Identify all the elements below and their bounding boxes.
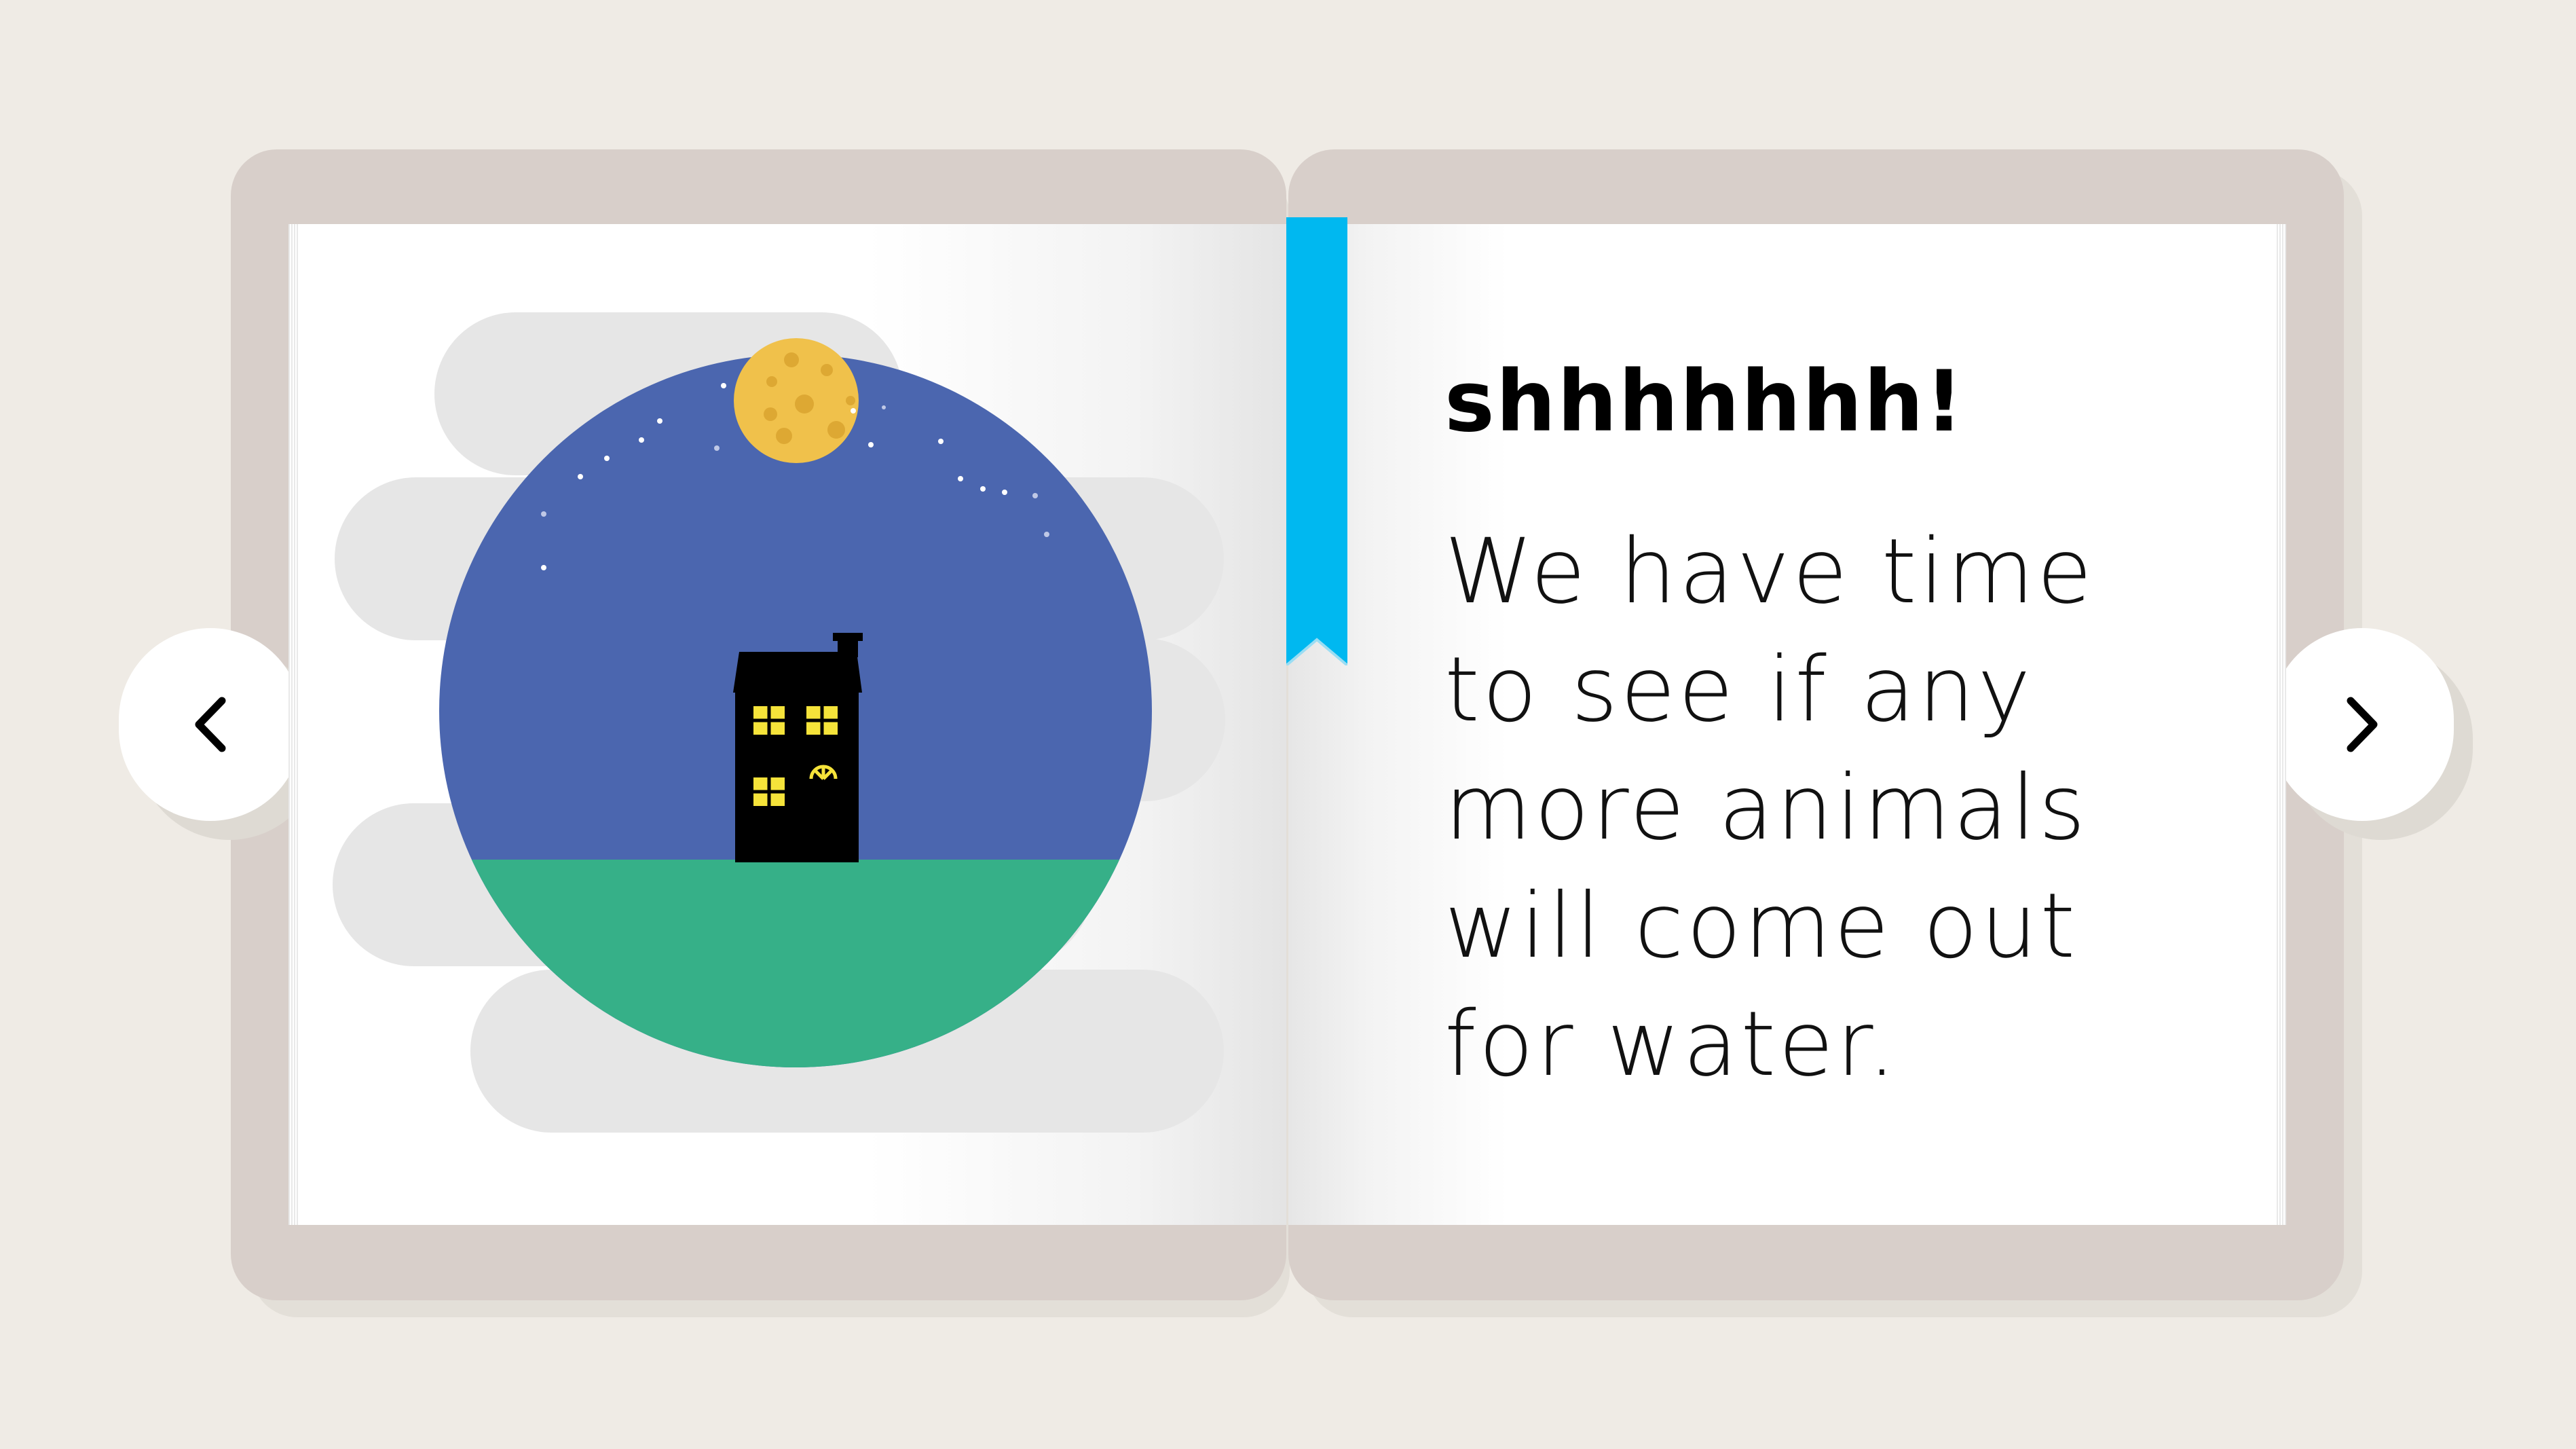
- chevron-right-icon: [2347, 697, 2378, 752]
- title-text: shhhhhhh!: [1444, 353, 1965, 451]
- grass-ground: [439, 860, 1152, 1067]
- story-line: We have time: [1444, 519, 2095, 624]
- story-line: more animals: [1444, 756, 2089, 860]
- bookmark-ribbon-icon[interactable]: [1286, 217, 1347, 665]
- book-reader: shhhhhhh! We have time to see if any mor…: [0, 0, 2576, 1449]
- page-edge-left: [288, 224, 298, 1225]
- story-title: shhhhhhh!: [1444, 353, 1964, 451]
- house-icon: [733, 633, 863, 862]
- chevron-left-icon: [195, 697, 226, 752]
- moon-icon: [734, 338, 859, 463]
- previous-page-button[interactable]: [119, 628, 302, 821]
- story-text: We have time to see if any more animals …: [1444, 513, 2095, 1103]
- next-page-button[interactable]: [2271, 628, 2454, 821]
- story-line: to see if any: [1444, 638, 2034, 742]
- story-line: for water.: [1444, 992, 1899, 1097]
- night-scene-illustration: [439, 338, 1152, 1067]
- story-line: will come out: [1444, 874, 2078, 978]
- left-page: [288, 224, 1286, 1225]
- page-edge-right: [2277, 224, 2286, 1225]
